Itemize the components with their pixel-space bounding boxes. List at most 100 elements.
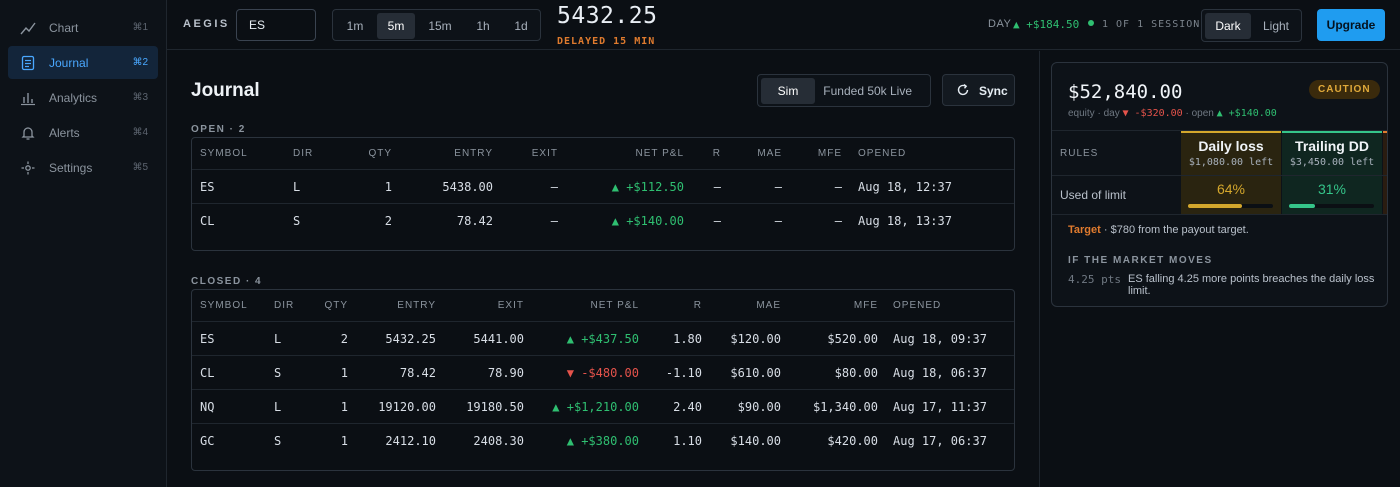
refresh-icon <box>957 83 969 96</box>
cell-quantity: 1 <box>384 180 392 194</box>
timeframe-1d[interactable]: 1d <box>503 13 539 39</box>
cell-exit: 2408.30 <box>473 434 524 448</box>
shortcut-hint: ⌘3 <box>132 92 148 103</box>
timeframe-15m[interactable]: 15m <box>418 13 462 39</box>
column-header-r-multiple[interactable]: R <box>697 138 721 169</box>
table-row[interactable]: CL S 1 78.42 78.90 ▼ -$480.00 -1.10 $610.00 $80.… <box>192 355 1014 389</box>
theme-light-button[interactable]: Light <box>1253 13 1299 39</box>
brand-logo: AEGIS <box>183 18 230 30</box>
mode-funded[interactable]: Funded 50k <box>822 78 888 104</box>
cell-mfe: $1,340.00 <box>812 400 878 414</box>
usage-percent: 31% <box>1317 181 1347 197</box>
cell-net-pnl: ▼ -$480.00 <box>566 366 639 380</box>
sidebar-item-journal[interactable]: Journal ⌘2 <box>8 46 158 79</box>
mode-live[interactable]: Live <box>887 78 915 104</box>
column-header-opened[interactable]: OPENED <box>893 290 1011 321</box>
table-row[interactable]: ES L 2 5432.25 5441.00 ▲ +$437.50 1.80 $120.00 $… <box>192 321 1014 355</box>
column-header-quantity[interactable]: QTY <box>312 290 348 321</box>
timeframe-selector: 1m 5m 15m 1h 1d <box>332 9 541 41</box>
session-indicator: 1 OF 1 SESSION <box>1088 19 1200 30</box>
table-row[interactable]: GC S 1 2412.10 2408.30 ▲ +$380.00 1.10 $140.00 $… <box>192 423 1014 457</box>
last-price: 5432.25 <box>557 3 658 29</box>
delayed-notice: DELAYED 15 MIN <box>557 36 656 47</box>
cell-direction: S <box>293 214 301 228</box>
cell-r-multiple: 1.10 <box>673 434 702 448</box>
upgrade-button[interactable]: Upgrade <box>1317 9 1385 41</box>
cell-quantity: 1 <box>340 400 348 414</box>
if-market-moves-label: IF THE MARKET MOVES <box>1068 255 1213 266</box>
table-row[interactable]: CL S 2 78.42 — ▲ +$140.00 — — — Aug 18, 13:37 <box>192 203 1014 237</box>
timeframe-1m[interactable]: 1m <box>336 13 374 39</box>
cell-net-pnl: ▲ +$380.00 <box>566 434 639 448</box>
sync-button[interactable]: Sync <box>942 74 1015 106</box>
symbol-input[interactable] <box>236 9 316 41</box>
cell-symbol: ES <box>200 180 215 194</box>
cell-mfe: $80.00 <box>834 366 878 380</box>
cell-r-multiple: 1.80 <box>673 332 702 346</box>
cell-entry: 2412.10 <box>385 434 436 448</box>
cell-direction: L <box>274 400 282 414</box>
cell-opened: Aug 18, 06:37 <box>893 366 987 380</box>
account-mode-selector: Sim Funded 50k Live <box>757 74 931 107</box>
column-header-opened[interactable]: OPENED <box>858 138 1008 169</box>
column-header-exit[interactable]: EXIT <box>450 290 524 321</box>
column-header-quantity[interactable]: QTY <box>342 138 392 169</box>
cell-opened: Aug 18, 09:37 <box>893 332 987 346</box>
bell-icon <box>21 127 35 140</box>
cell-mae: $90.00 <box>737 400 781 414</box>
theme-dark-button[interactable]: Dark <box>1205 13 1251 39</box>
target-note: Target · $780 from the payout target. <box>1068 224 1249 236</box>
column-header-mfe[interactable]: MFE <box>792 138 842 169</box>
sync-label: Sync <box>979 84 1008 98</box>
cell-entry: 5438.00 <box>442 180 493 194</box>
column-header-net-pnl[interactable]: NET P&L <box>572 138 684 169</box>
cell-direction: S <box>274 366 282 380</box>
cell-exit: — <box>550 180 558 194</box>
sidebar-item-alerts[interactable]: Alerts ⌘4 <box>8 116 158 149</box>
rules-label: RULES <box>1060 148 1099 159</box>
cell-direction: S <box>274 434 282 448</box>
column-header-mae[interactable]: MAE <box>732 138 782 169</box>
breach-warning: ES falling 4.25 more points breaches the… <box>1128 273 1375 297</box>
target-word: Target <box>1068 224 1101 236</box>
timeframe-1h[interactable]: 1h <box>465 13 501 39</box>
column-header-entry[interactable]: ENTRY <box>362 290 436 321</box>
cell-quantity: 1 <box>340 434 348 448</box>
points-value: 4.25 pts <box>1068 273 1121 286</box>
journal-main: Journal Sim Funded 50k Live Sync OPEN · … <box>167 51 1039 487</box>
sidebar: Chart ⌘1 Journal ⌘2 Analytics ⌘3 Alerts … <box>0 0 167 487</box>
theme-toggle: Dark Light <box>1201 9 1302 42</box>
mode-sim[interactable]: Sim <box>761 78 815 104</box>
column-header-direction[interactable]: DIR <box>274 290 314 321</box>
column-header-mae[interactable]: MAE <box>712 290 781 321</box>
equity-value: $52,840.00 <box>1068 81 1183 103</box>
sidebar-item-label: Settings <box>49 161 93 175</box>
timeframe-5m[interactable]: 5m <box>377 13 415 39</box>
journal-icon <box>21 55 35 71</box>
column-header-entry[interactable]: ENTRY <box>412 138 493 169</box>
sidebar-item-chart[interactable]: Chart ⌘1 <box>8 11 158 44</box>
sidebar-item-analytics[interactable]: Analytics ⌘3 <box>8 81 158 114</box>
used-of-limit-row: Used of limit 64% 31% <box>1052 175 1387 215</box>
rule-daily-loss-header: Daily loss $1,080.00 left <box>1181 131 1281 176</box>
sidebar-item-settings[interactable]: Settings ⌘5 <box>8 151 158 184</box>
next-rule-usage <box>1383 176 1387 214</box>
cell-opened: Aug 17, 11:37 <box>893 400 987 414</box>
column-header-net-pnl[interactable]: NET P&L <box>532 290 639 321</box>
rule-trailing-dd-header: Trailing DD $3,450.00 left <box>1282 131 1382 176</box>
cell-exit: 5441.00 <box>473 332 524 346</box>
column-header-mfe[interactable]: MFE <box>792 290 878 321</box>
cell-quantity: 2 <box>340 332 348 346</box>
column-header-r-multiple[interactable]: R <box>652 290 702 321</box>
column-header-direction[interactable]: DIR <box>293 138 333 169</box>
column-header-symbol[interactable]: SYMBOL <box>200 290 260 321</box>
column-header-exit[interactable]: EXIT <box>512 138 558 169</box>
daily-loss-usage: 64% <box>1181 176 1281 214</box>
column-header-symbol[interactable]: SYMBOL <box>200 138 260 169</box>
cell-quantity: 2 <box>384 214 392 228</box>
trailing-dd-usage: 31% <box>1282 176 1382 214</box>
usage-bar-fill <box>1289 204 1316 208</box>
cell-direction: L <box>274 332 282 346</box>
table-row[interactable]: ES L 1 5438.00 — ▲ +$112.50 — — — Aug 18, 12:37 <box>192 169 1014 203</box>
table-row[interactable]: NQ L 1 19120.00 19180.50 ▲ +$1,210.00 2.40 $90.… <box>192 389 1014 423</box>
